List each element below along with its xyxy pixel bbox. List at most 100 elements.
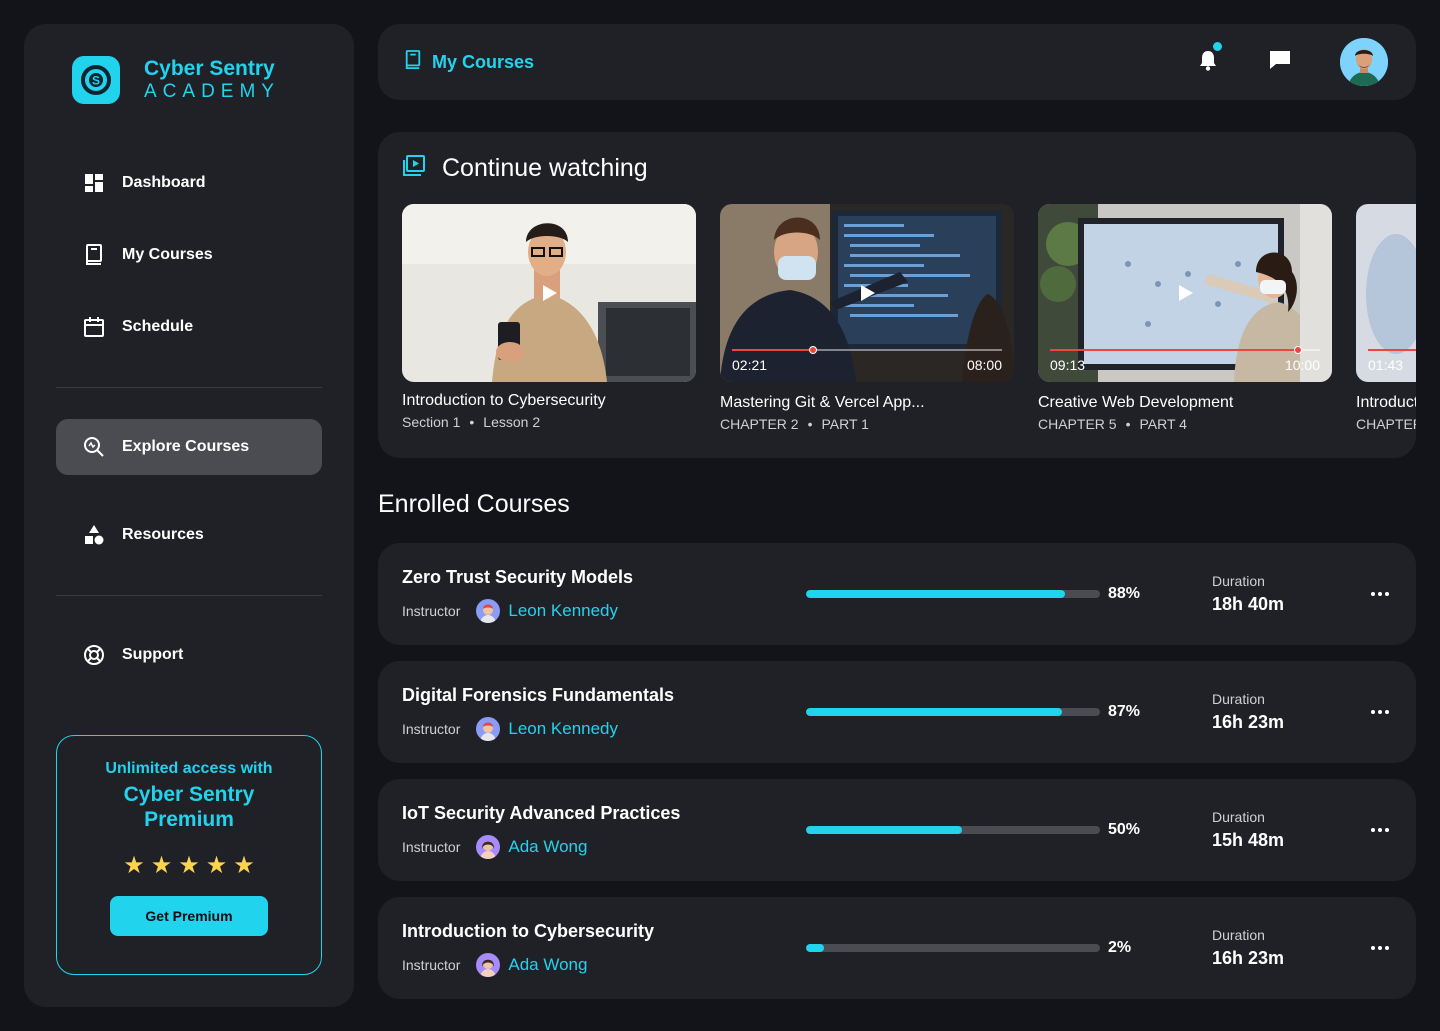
course-progress-percent: 88% <box>1108 585 1141 602</box>
brand[interactable]: S Cyber Sentry ACADEMY <box>72 56 280 104</box>
nav-item-schedule[interactable]: Schedule <box>56 299 322 355</box>
instructor-avatar <box>476 599 501 623</box>
play-icon <box>1179 285 1193 301</box>
scrubber-handle[interactable] <box>809 346 817 354</box>
video-current-time: 01:43 <box>1368 357 1404 373</box>
course-duration: 15h 48m <box>1212 830 1285 850</box>
instructor-name[interactable]: Leon Kennedy <box>508 719 618 739</box>
nav-item-resources[interactable]: Resources <box>56 507 322 563</box>
nav-item-my-courses[interactable]: My Courses <box>56 227 322 283</box>
instructor-name[interactable]: Leon Kennedy <box>508 601 618 621</box>
star-icon: ★ <box>123 852 145 879</box>
star-icon: ★ <box>233 852 255 879</box>
more-options-button[interactable] <box>1366 585 1394 603</box>
video-title: Creative Web Development <box>1038 394 1234 411</box>
section-title: Continue watching <box>442 154 648 182</box>
video-card[interactable]: 09:13 10:00 Creative Web Development CHA… <box>1038 204 1332 432</box>
video-meta: CHAPTER <box>1356 416 1416 432</box>
course-duration: 16h 23m <box>1212 948 1285 968</box>
more-options-button[interactable] <box>1366 703 1394 721</box>
book-icon <box>404 49 422 75</box>
nav-item-dashboard[interactable]: Dashboard <box>56 155 322 211</box>
duration-label: Duration <box>1212 573 1265 589</box>
sidebar: S Cyber Sentry ACADEMY Dashboard My Cour… <box>24 24 354 1007</box>
more-options-button[interactable] <box>1366 821 1394 839</box>
instructor-label: Instructor <box>402 721 461 737</box>
video-section: Section 1 <box>402 414 461 430</box>
messages-button[interactable] <box>1266 48 1294 76</box>
video-duration: 08:00 <box>966 357 1002 373</box>
notification-dot <box>1213 42 1222 51</box>
course-name: IoT Security Advanced Practices <box>402 803 681 823</box>
instructor-name[interactable]: Ada Wong <box>508 955 587 975</box>
course-instructor: Instructor Leon Kennedy <box>402 717 618 741</box>
premium-promo-card: Unlimited access with Cyber Sentry Premi… <box>56 735 322 975</box>
nav-label: Dashboard <box>122 174 206 191</box>
brand-logo-icon: S <box>72 56 120 104</box>
instructor-label: Instructor <box>402 839 461 855</box>
more-horizontal-icon <box>1371 946 1389 950</box>
continue-watching-section: Continue watching Introduction to Cybers… <box>378 132 1416 458</box>
notifications-button[interactable] <box>1194 42 1222 76</box>
chat-icon <box>1269 50 1291 75</box>
promo-brand: Cyber Sentry <box>123 783 255 806</box>
video-title: Introduction to Cybersecurity <box>1356 394 1416 411</box>
video-duration: 10:00 <box>1284 357 1320 373</box>
duration-label: Duration <box>1212 809 1265 825</box>
top-header: My Courses <box>378 24 1416 100</box>
course-name: Zero Trust Security Models <box>402 567 634 587</box>
play-icon <box>861 285 875 301</box>
nav-item-explore-courses[interactable]: Explore Courses <box>56 419 322 475</box>
video-meta: Section 1 • Lesson 2 <box>402 414 541 430</box>
instructor-avatar <box>476 717 501 741</box>
more-options-button[interactable] <box>1366 939 1394 957</box>
brand-subtitle: ACADEMY <box>144 81 280 102</box>
shapes-icon <box>82 523 106 547</box>
instructor-label: Instructor <box>402 957 461 973</box>
video-meta: CHAPTER 2 • PART 1 <box>720 416 869 432</box>
user-avatar[interactable] <box>1340 38 1388 86</box>
instructor-avatar <box>476 953 501 977</box>
bell-icon <box>1198 49 1218 76</box>
star-icon: ★ <box>178 852 200 879</box>
instructor-name[interactable]: Ada Wong <box>508 837 587 857</box>
course-progress-bar <box>806 944 1100 952</box>
course-card[interactable]: Zero Trust Security Models Instructor Le… <box>378 543 1416 645</box>
more-horizontal-icon <box>1371 828 1389 832</box>
video-chapter: CHAPTER 2 <box>720 416 799 432</box>
video-progress-track[interactable] <box>1050 346 1320 354</box>
video-card[interactable]: 01:43 Introduction to Cybersecurity CHAP… <box>1356 204 1416 432</box>
more-horizontal-icon <box>1371 592 1389 596</box>
course-progress-percent: 87% <box>1108 703 1141 720</box>
video-progress-track[interactable] <box>1368 349 1416 351</box>
nav-item-support[interactable]: Support <box>56 627 322 683</box>
course-card[interactable]: Introduction to Cybersecurity Instructor… <box>378 897 1416 999</box>
get-premium-button[interactable]: Get Premium <box>110 896 268 936</box>
sidebar-divider <box>56 595 322 596</box>
nav-label: Support <box>122 646 184 663</box>
duration-label: Duration <box>1212 927 1265 943</box>
nav-label: Resources <box>122 526 204 543</box>
video-meta: CHAPTER 5 • PART 4 <box>1038 416 1187 432</box>
video-thumbnail <box>402 204 696 382</box>
course-duration: 18h 40m <box>1212 594 1285 614</box>
video-chapter: CHAPTER <box>1356 416 1416 432</box>
promo-tier: Premium <box>144 808 234 831</box>
video-current-time: 09:13 <box>1050 357 1086 373</box>
course-progress-percent: 50% <box>1108 821 1141 838</box>
page-title-text: My Courses <box>432 51 535 72</box>
video-part: PART 1 <box>821 416 869 432</box>
course-card[interactable]: IoT Security Advanced Practices Instruct… <box>378 779 1416 881</box>
course-card[interactable]: Digital Forensics Fundamentals Instructo… <box>378 661 1416 763</box>
more-horizontal-icon <box>1371 710 1389 714</box>
video-card[interactable]: 02:21 08:00 Mastering Git & Vercel App..… <box>720 204 1014 432</box>
video-progress-track[interactable] <box>732 346 1002 354</box>
video-title: Introduction to Cybersecurity <box>402 392 606 409</box>
course-instructor: Instructor Ada Wong <box>402 835 587 859</box>
book-icon <box>82 243 106 267</box>
nav-label: Explore Courses <box>122 438 250 455</box>
video-card[interactable]: Introduction to Cybersecurity Section 1 •… <box>402 204 696 430</box>
course-name: Introduction to Cybersecurity <box>402 921 655 941</box>
brand-name: Cyber Sentry <box>144 57 275 80</box>
promo-text: Unlimited access with <box>105 760 273 777</box>
